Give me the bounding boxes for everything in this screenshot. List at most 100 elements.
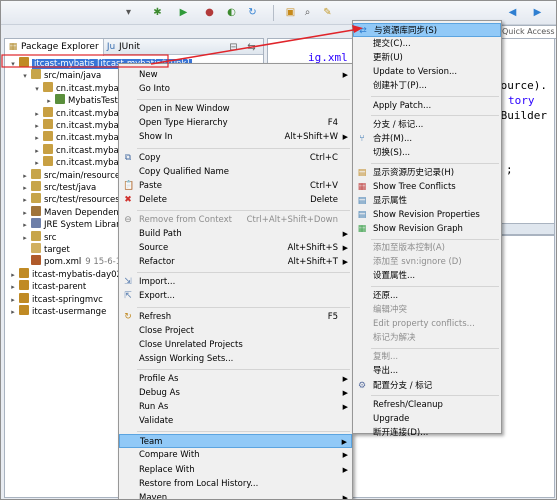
menu-item-show-in[interactable]: Show In Alt+Shift+W ▶ <box>119 130 352 144</box>
menu-item-refresh-cleanup[interactable]: Refresh/Cleanup <box>353 398 501 412</box>
collapse-all-icon[interactable]: ⊟ <box>227 41 240 54</box>
menu-item-import[interactable]: ⇲ Import... <box>119 275 352 289</box>
menu-item-edit-property-conflicts: Edit property conflicts... <box>353 317 501 331</box>
menu-item-copy-qualified-name[interactable]: Copy Qualified Name <box>119 165 352 179</box>
tree-item[interactable]: ▸ itcast-usermange <box>9 305 106 318</box>
tree-item-icon <box>19 305 29 315</box>
back-icon[interactable]: ◀ <box>506 6 519 19</box>
tree-item[interactable]: pom.xml 9 15-6-18 <box>21 255 127 268</box>
menu-item-show-revision-graph[interactable]: ▦ Show Revision Graph <box>353 222 501 236</box>
menu-item[interactable]: 分支 / 标记... <box>353 118 501 132</box>
external-tools-icon[interactable]: ◐ <box>225 6 238 19</box>
menu-item-replace-with[interactable]: Replace With ▶ <box>119 463 352 477</box>
menu-item-update-to-version[interactable]: Update to Version... <box>353 65 501 79</box>
tree-item[interactable]: ▸ cn.itcast.myba <box>33 119 119 132</box>
tree-item-icon <box>55 94 65 105</box>
menu-item-maven[interactable]: Maven ▶ <box>119 491 352 499</box>
tree-item[interactable]: ▸ cn.itcast.myba <box>33 156 119 169</box>
menu-item-debug-as[interactable]: Debug As ▶ <box>119 386 352 400</box>
tree-item[interactable]: target <box>21 243 70 256</box>
tree-item-label: itcast-parent <box>32 282 87 293</box>
menu-item[interactable]: 设置属性... <box>353 269 501 283</box>
annotation-icon[interactable]: ✎ <box>321 6 334 19</box>
menu-item-s[interactable]: ⇄ 与资源库同步(S) <box>353 23 501 37</box>
menu-item-close-unrelated-projects[interactable]: Close Unrelated Projects <box>119 338 352 352</box>
menu-item-upgrade[interactable]: Upgrade <box>353 412 501 426</box>
tab-junit[interactable]: Ju JUnit <box>103 39 144 55</box>
tree-item[interactable]: ▾ src/main/java <box>21 69 101 82</box>
junit-icon: Ju <box>106 42 116 52</box>
menu-item-team[interactable]: Team ▶ <box>119 434 352 449</box>
menu-item-open-type-hierarchy[interactable]: Open Type Hierarchy F4 <box>119 116 352 130</box>
menu-item-s[interactable]: 切换(S)... <box>353 146 501 160</box>
link-editor-icon[interactable]: ⇆ <box>245 41 258 54</box>
menu-item-m[interactable]: ⑂ 合并(M)... <box>353 132 501 146</box>
menu-item-label: Show Revision Graph <box>373 223 463 234</box>
expand-icon[interactable]: ▾ <box>21 70 29 83</box>
expand-icon[interactable]: ▾ <box>33 83 41 96</box>
tree-item[interactable]: ▸ cn.itcast.myba <box>33 143 119 157</box>
menu-item-go-into[interactable]: Go Into <box>119 82 352 96</box>
run-menu-icon[interactable]: ▾ <box>122 6 135 19</box>
tree-item[interactable]: ▾ cn.itcast.myba <box>33 81 119 96</box>
menu-item-show-tree-conflicts[interactable]: ▦ Show Tree Conflicts <box>353 180 501 194</box>
tree-item[interactable]: ▸ cn.itcast.myba <box>33 131 119 144</box>
forward-icon[interactable]: ▶ <box>531 6 544 19</box>
tree-item[interactable]: ▸ Maven Dependence <box>21 205 129 219</box>
debug-icon[interactable]: ✱ <box>151 6 164 19</box>
tree-item[interactable]: ▸ MybatisTest <box>45 94 118 107</box>
tree-item[interactable]: ▸ src/test/java <box>21 181 96 194</box>
menu-item-label: 配置分支 / 标记 <box>373 380 433 391</box>
menu-item[interactable]: 还原... <box>353 289 501 303</box>
expand-icon[interactable]: ▾ <box>9 58 17 71</box>
menu-separator <box>371 238 499 240</box>
menu-item-open-in-new-window[interactable]: Open in New Window <box>119 102 352 116</box>
menu-item-d[interactable]: 断开连接(D)... <box>353 426 501 440</box>
menu-item-h[interactable]: ▤ 显示资源历史记录(H) <box>353 166 501 180</box>
refresh-icon[interactable]: ↻ <box>246 6 259 19</box>
menu-item-apply-patch[interactable]: Apply Patch... <box>353 99 501 113</box>
menu-separator <box>137 209 350 211</box>
collapse-icon[interactable]: ▸ <box>9 306 17 319</box>
menu-item-delete[interactable]: ✖ Delete Delete <box>119 193 352 207</box>
tree-item[interactable]: ▸ itcast-springmvc <box>9 292 103 306</box>
menu-item-label: 与资源库同步(S) <box>374 26 438 36</box>
menu-item-build-path[interactable]: Build Path ▶ <box>119 227 352 241</box>
tree-item[interactable]: ▸ JRE System Library <box>21 218 125 231</box>
menu-item-show-revision-properties[interactable]: ▤ Show Revision Properties <box>353 208 501 222</box>
search-icon[interactable]: ⌕ <box>301 6 314 19</box>
menu-item-source[interactable]: Source Alt+Shift+S ▶ <box>119 241 352 255</box>
tab-package-explorer[interactable]: ▦ Package Explorer <box>5 39 104 56</box>
menu-item-close-project[interactable]: Close Project <box>119 324 352 338</box>
play-icon[interactable]: ▶ <box>177 6 190 19</box>
menu-item-profile-as[interactable]: Profile As ▶ <box>119 372 352 386</box>
tree-item[interactable]: ▸ src/test/resources <box>21 193 120 206</box>
tree-item[interactable]: ▸ itcast-mybatis-day02 <box>9 267 122 281</box>
menu-item-paste[interactable]: 📋 Paste Ctrl+V <box>119 179 352 193</box>
menu-item-u[interactable]: 更新(U) <box>353 51 501 65</box>
menu-item-restore-from-local-history[interactable]: Restore from Local History... <box>119 477 352 491</box>
menu-item-export[interactable]: ⇱ Export... <box>119 289 352 303</box>
tree-item-label: Maven Dependence <box>44 207 129 218</box>
tree-item[interactable]: ▸ cn.itcast.myba <box>33 106 119 120</box>
menu-item-copy[interactable]: ⧉ Copy Ctrl+C <box>119 151 352 165</box>
tree-item-label: src/main/java <box>44 71 102 82</box>
menu-item-p[interactable]: 创建补丁(P)... <box>353 79 501 93</box>
tree-item[interactable]: ▸ src/main/resources <box>21 168 125 182</box>
menu-item-refactor[interactable]: Refactor Alt+Shift+T ▶ <box>119 255 352 269</box>
menu-item[interactable]: ▤ 显示属性 <box>353 194 501 208</box>
menu-item-validate[interactable]: Validate <box>119 414 352 428</box>
quick-access-field[interactable]: Quick Access <box>498 25 556 39</box>
menu-item-new[interactable]: New ▶ <box>119 68 352 82</box>
menu-item[interactable]: ⚙ 配置分支 / 标记 <box>353 379 501 393</box>
menu-item-c[interactable]: 提交(C)... <box>353 37 501 51</box>
menu-item-refresh[interactable]: ↻ Refresh F5 <box>119 310 352 324</box>
open-folder-icon[interactable]: ▣ <box>284 6 297 19</box>
menu-item-assign-working-sets[interactable]: Assign Working Sets... <box>119 352 352 366</box>
menu-item[interactable]: 导出... <box>353 364 501 378</box>
menu-item-run-as[interactable]: Run As ▶ <box>119 400 352 414</box>
run-config-icon[interactable]: ● <box>203 6 216 19</box>
tree-item[interactable]: ▸ itcast-parent <box>9 280 86 293</box>
menu-item-compare-with[interactable]: Compare With ▶ <box>119 448 352 462</box>
tree-item[interactable]: ▸ src <box>21 230 56 244</box>
